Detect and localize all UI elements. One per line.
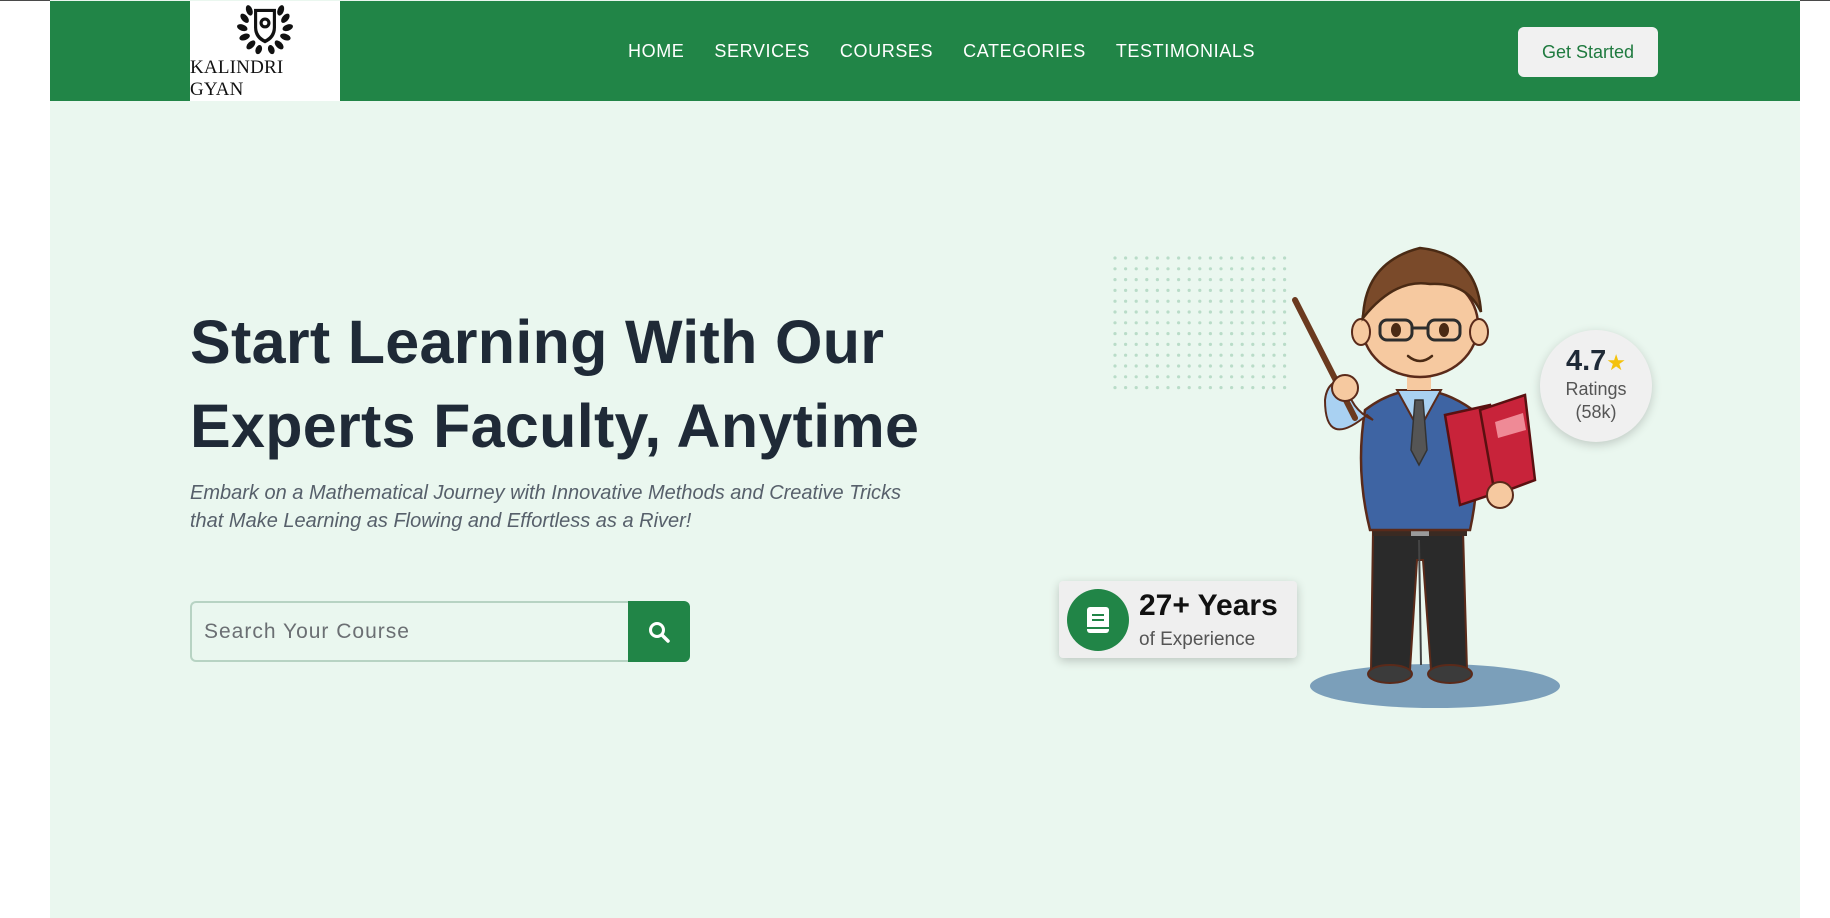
brand-logo[interactable]: KALINDRI GYAN: [190, 1, 340, 101]
main-nav: HOME SERVICES COURSES CATEGORIES TESTIMO…: [628, 1, 1255, 101]
nav-courses[interactable]: COURSES: [840, 41, 933, 62]
hero-subtitle: Embark on a Mathematical Journey with In…: [190, 479, 930, 535]
hero-subtitle-line-1: Embark on a Mathematical Journey with In…: [190, 482, 902, 504]
teacher-illustration: [1292, 246, 1560, 708]
rating-badge: 4.7★ Ratings (58k): [1540, 330, 1652, 442]
hero-subtitle-line-2: that Make Learning as Flowing and Effort…: [190, 510, 692, 532]
hero-title-line-1: Start Learning With Our: [190, 308, 885, 376]
book-icon: [1087, 607, 1109, 633]
search-icon: [649, 621, 670, 643]
navbar: KALINDRI GYAN HOME SERVICES COURSES CATE…: [50, 1, 1800, 101]
experience-card: 27+ Years of Experience: [1059, 581, 1297, 658]
nav-testimonials[interactable]: TESTIMONIALS: [1116, 41, 1255, 62]
nav-categories[interactable]: CATEGORIES: [963, 41, 1086, 62]
brand-name: KALINDRI GYAN: [190, 57, 284, 100]
search-input[interactable]: [190, 601, 628, 662]
course-search: [190, 601, 690, 662]
rating-label: Ratings: [1565, 379, 1627, 399]
nav-services[interactable]: SERVICES: [714, 41, 810, 62]
rating-count: (58k): [1575, 402, 1617, 422]
star-icon: ★: [1606, 350, 1627, 375]
search-button[interactable]: [628, 601, 690, 662]
get-started-button[interactable]: Get Started: [1518, 27, 1658, 77]
nav-home[interactable]: HOME: [628, 41, 684, 62]
rating-value: 4.7: [1565, 345, 1607, 377]
experience-title: 27+ Years: [1139, 589, 1278, 622]
hero-title: Start Learning With Our Experts Faculty,…: [190, 300, 950, 468]
laurel-shield-icon: [237, 5, 293, 55]
experience-icon-circle: [1067, 589, 1129, 651]
hero-title-line-2: Experts Faculty, Anytime: [190, 392, 920, 460]
experience-subtitle: of Experience: [1139, 629, 1256, 650]
